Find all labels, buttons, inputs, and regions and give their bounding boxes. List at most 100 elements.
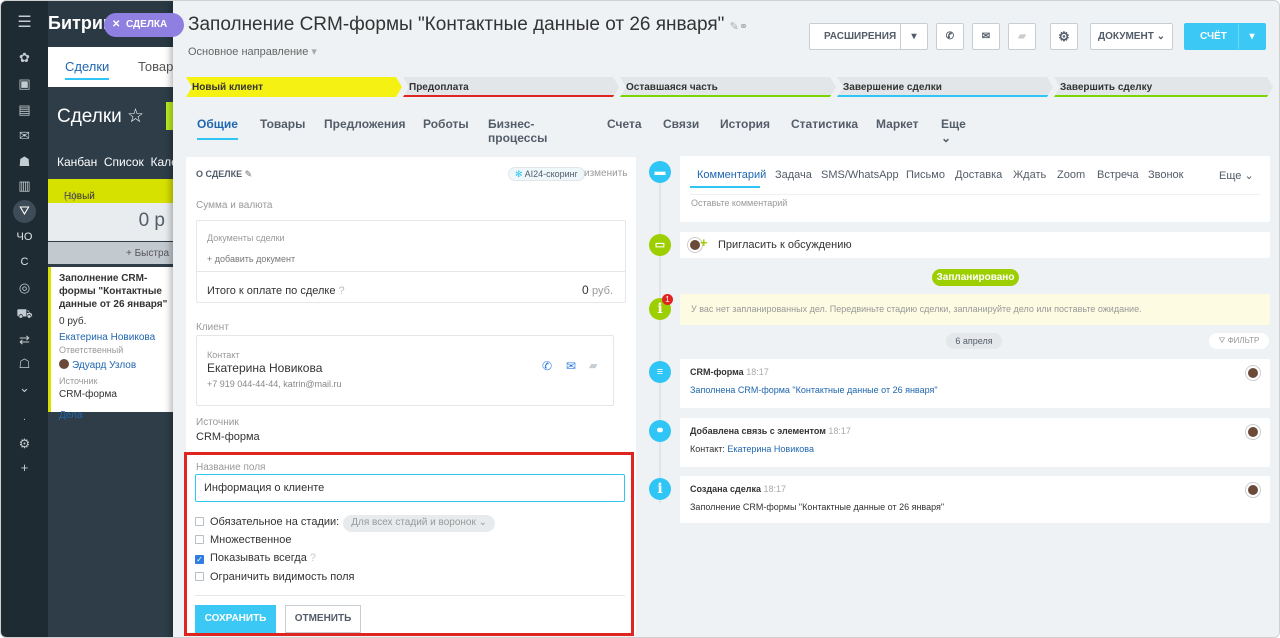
shuffle-icon[interactable]: ⇄ [16, 333, 33, 347]
chevron-down-icon[interactable]: ▾ [900, 24, 927, 49]
bg-tab-deals[interactable]: Сделки [65, 59, 110, 80]
event-link[interactable]: Заполнена CRM-форма "Контактные данные о… [690, 385, 938, 395]
settings-button[interactable]: ⚙ [1050, 23, 1078, 50]
tab-business-processes[interactable]: Бизнес-процессы [488, 117, 547, 145]
menu-icon[interactable]: ☰ [16, 15, 33, 31]
left-sidebar: ☰ ✿ ▣ ▤ ✉ ☗ ▥ ⛛ ЧО С ◎ ⛟ ⇄ ☖ ⌄ · ⚙ + [1, 1, 48, 637]
planned-text: У вас нет запланированных дел. Передвинь… [691, 304, 1142, 314]
docs-icon[interactable]: ▥ [16, 179, 33, 193]
phone-icon[interactable]: ✆ [542, 359, 552, 373]
funnel-icon: ⛛ [1218, 336, 1226, 345]
timeline-tab-meeting[interactable]: Встреча [1097, 169, 1139, 181]
help-icon[interactable]: ? [339, 285, 345, 297]
add-document-link[interactable]: + добавить документ [207, 254, 295, 264]
edit-link[interactable]: изменить [584, 168, 628, 179]
timeline-tab-email[interactable]: Письмо [906, 169, 945, 181]
filter-button[interactable]: ⛛ ФИЛЬТР [1209, 333, 1269, 349]
counter-badge: 1 [662, 294, 673, 305]
planned-badge: Запланировано [932, 269, 1019, 286]
stage-finish[interactable]: Завершить сделку [1054, 77, 1273, 97]
event-title: CRM-форма [690, 367, 744, 377]
pencil-icon[interactable]: ✎⚭ [730, 21, 748, 33]
stage-new-client[interactable]: Новый клиент [186, 77, 402, 97]
target-icon[interactable]: ◎ [16, 281, 33, 295]
link-icon: ⚭ [649, 420, 671, 442]
plus-icon[interactable]: + [16, 461, 33, 475]
sidebar-item-cho[interactable]: ЧО [1, 231, 48, 243]
bg-views[interactable]: Канбан Список Кале [57, 155, 178, 169]
chevron-down-icon[interactable]: ▾ [1238, 24, 1265, 49]
contact-name[interactable]: Екатерина Новикова [207, 361, 322, 375]
event-link[interactable]: Екатерина Новикова [727, 444, 814, 454]
tab-general[interactable]: Общие [197, 117, 238, 140]
comment-input[interactable]: Оставьте комментарий [691, 198, 787, 208]
email-button[interactable]: ✉ [972, 23, 1000, 50]
chevron-down-icon[interactable]: ⌄ [16, 381, 33, 395]
bg-quick-add[interactable]: + Быстра [48, 242, 173, 264]
event-title: Создана сделка [690, 484, 761, 494]
phone-icon: ✆ [945, 31, 955, 42]
phone-button[interactable]: ✆ [936, 23, 964, 50]
bg-deal-card[interactable]: Заполнение CRM-формы "Контактные данные … [48, 267, 173, 421]
tab-offers[interactable]: Предложения [324, 117, 406, 131]
event-crm-form: CRM-форма 18:17 Заполнена CRM-форма "Кон… [680, 359, 1270, 408]
timeline-tab-more[interactable]: Еще ⌄ [1219, 169, 1254, 182]
timeline-tab-call[interactable]: Звонок [1148, 169, 1184, 181]
chat-button[interactable]: ▰ [1008, 23, 1036, 50]
background-page: Битрик Сделки Товар Сделки ☆ Канбан Спис… [48, 1, 178, 637]
tasks-icon[interactable]: ▣ [16, 77, 33, 91]
tab-statistics[interactable]: Статистика [791, 117, 858, 131]
timeline-tab-task[interactable]: Задача [775, 169, 812, 181]
tab-robots[interactable]: Роботы [423, 117, 469, 131]
pipeline-select[interactable]: Основное направление ▾ [188, 45, 317, 58]
timeline-tab-delivery[interactable]: Доставка [955, 169, 1002, 181]
page-title: Заполнение CRM-формы "Контактные данные … [188, 14, 749, 35]
timeline-tab-sms[interactable]: SMS/WhatsApp [821, 169, 899, 181]
feed-icon[interactable]: ✿ [16, 51, 33, 65]
planned-empty-card: У вас нет запланированных дел. Передвинь… [680, 294, 1270, 325]
sidebar-item-s[interactable]: С [1, 256, 48, 268]
envelope-icon[interactable]: ✉ [566, 359, 576, 373]
event-deal-created: Создана сделка 18:17 Заполнение CRM-форм… [680, 476, 1270, 523]
gear-icon: ⚙ [1058, 29, 1070, 44]
timeline-tab-zoom[interactable]: Zoom [1057, 169, 1085, 181]
stage-remaining[interactable]: Оставшаяся часть [620, 77, 836, 97]
timeline-tab-wait[interactable]: Ждать [1013, 169, 1046, 181]
document-button[interactable]: ДОКУМЕНТ ⌄ [1090, 23, 1173, 50]
gear-icon[interactable]: ⚙ [16, 437, 33, 451]
event-title: Добавлена связь с элементом [690, 426, 826, 436]
tab-history[interactable]: История [720, 117, 770, 131]
invite-text[interactable]: Пригласить к обсуждению [718, 239, 852, 251]
avatar [1246, 483, 1260, 497]
tab-links[interactable]: Связи [663, 117, 699, 131]
contact-info: +7 919 044-44-44, katrin@mail.ru [207, 379, 342, 389]
groups-icon[interactable]: ☗ [16, 155, 33, 169]
funnel-icon: ⛛ [19, 203, 30, 218]
tab-more[interactable]: Еще ⌄ [941, 117, 966, 145]
robot-icon[interactable]: ☖ [16, 357, 33, 371]
stage-prepayment[interactable]: Предоплата [403, 77, 619, 97]
ai-scoring-badge[interactable]: ✻ AI24-скоринг [508, 167, 585, 181]
pencil-icon[interactable]: ✎ [245, 169, 253, 179]
invoice-button[interactable]: СЧЁТ ▾ [1184, 23, 1266, 50]
client-label: Клиент [196, 322, 229, 333]
tab-invoices[interactable]: Счета [607, 117, 642, 131]
chat-icon[interactable]: ▰ [589, 359, 597, 372]
invite-row[interactable]: + Пригласить к обсуждению [680, 232, 1270, 258]
bg-tab-goods[interactable]: Товар [138, 59, 173, 74]
timeline-tab-comment[interactable]: Комментарий [697, 169, 766, 181]
plus-icon: + [700, 235, 708, 250]
info-icon: i [649, 478, 671, 500]
stage-closing[interactable]: Завершение сделки [837, 77, 1053, 97]
section-title: О СДЕЛКЕ ✎ [196, 169, 253, 179]
tab-goods[interactable]: Товары [260, 117, 305, 131]
mail-icon[interactable]: ✉ [16, 129, 33, 143]
close-deal-pill[interactable]: ✕ СДЕЛКА [104, 13, 184, 37]
brand-logo: Битрик [48, 13, 112, 33]
extensions-button[interactable]: РАСШИРЕНИЯ ▾ [809, 23, 928, 50]
cart-icon[interactable]: ⛟ [16, 307, 33, 321]
close-icon: ✕ [112, 19, 121, 30]
drive-icon[interactable]: ▤ [16, 103, 33, 117]
tab-market[interactable]: Маркет [876, 117, 919, 131]
app-window: ☰ ✿ ▣ ▤ ✉ ☗ ▥ ⛛ ЧО С ◎ ⛟ ⇄ ☖ ⌄ · ⚙ + Бит… [0, 0, 1280, 638]
